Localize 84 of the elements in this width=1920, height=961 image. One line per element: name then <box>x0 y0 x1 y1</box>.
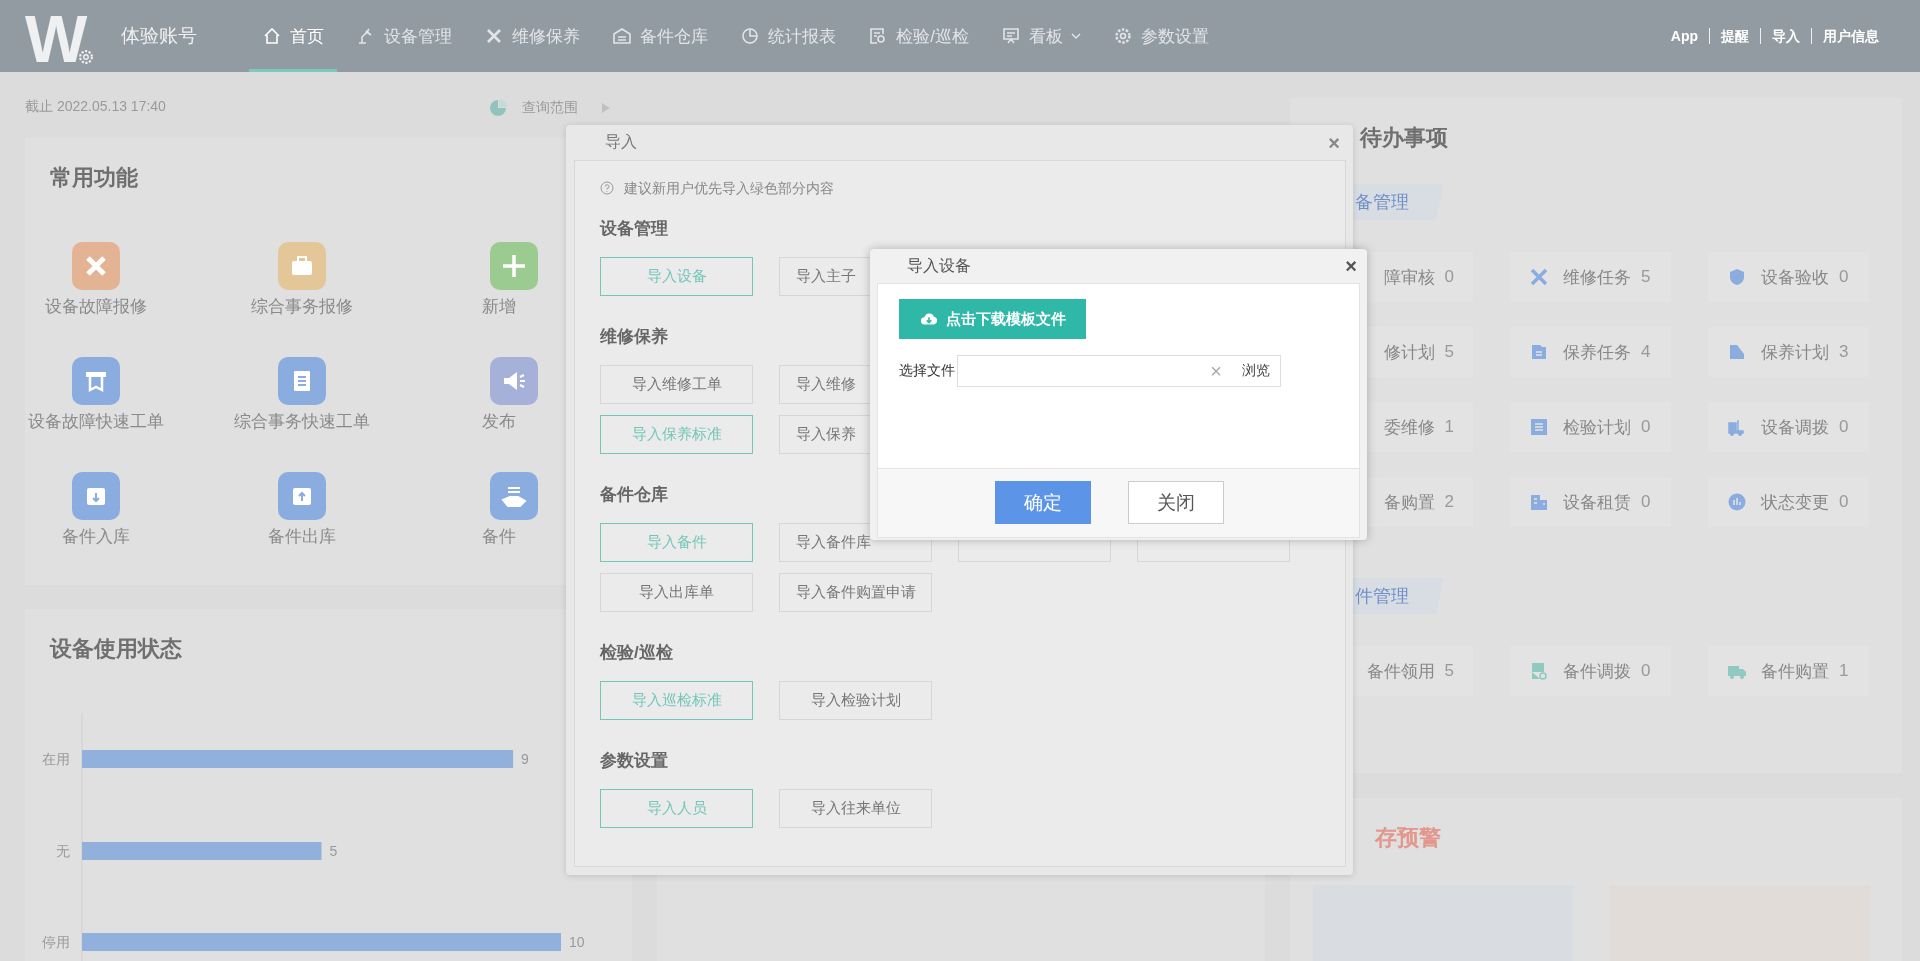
function-label[interactable]: 备件 <box>482 528 516 546</box>
card-title: 设备使用状态 <box>50 636 182 662</box>
import-button[interactable]: 导入检验计划 <box>779 681 932 720</box>
document-icon[interactable] <box>278 357 326 405</box>
section-title: 维修保养 <box>600 327 668 347</box>
section-title: 参数设置 <box>600 751 668 771</box>
pie-chart-icon <box>488 98 508 118</box>
clear-button[interactable]: × <box>1210 361 1222 381</box>
nav-tab[interactable]: 维修保养 <box>471 0 594 72</box>
import-button[interactable]: 导入维修工单 <box>600 365 753 404</box>
help-icon <box>600 181 614 195</box>
dialog-title: 导入 <box>605 132 637 152</box>
hint-text: 建议新用户优先导入绿色部分内容 <box>624 179 834 198</box>
nav-tab[interactable]: 参数设置 <box>1100 0 1223 72</box>
printer-icon[interactable] <box>71 357 120 405</box>
nav-tab[interactable]: 首页 <box>249 0 338 72</box>
card-title: 存预警 <box>1375 825 1441 851</box>
box-icon[interactable] <box>71 472 120 520</box>
close-button[interactable]: × <box>1345 256 1357 276</box>
briefcase-icon[interactable] <box>278 242 326 290</box>
value-label: 10 <box>569 934 585 950</box>
nav-tab[interactable]: 备件仓库 <box>599 0 722 72</box>
value-label: 5 <box>329 843 338 859</box>
nav-tab[interactable]: 统计报表 <box>727 0 850 72</box>
document-icon <box>1529 661 1549 681</box>
section-title: 设备管理 <box>600 219 668 239</box>
function-label[interactable]: 综合事务快速工单 <box>234 413 370 431</box>
megaphone-icon[interactable] <box>490 357 538 405</box>
import-button[interactable]: 导入设备 <box>600 257 753 296</box>
download-button[interactable]: 点击下载模板文件 <box>899 299 1086 339</box>
square-icon <box>1529 417 1549 437</box>
function-label[interactable]: 新增 <box>482 298 516 316</box>
triangle-icon[interactable] <box>602 103 610 113</box>
building-icon <box>1529 492 1549 512</box>
axis-label: 无 <box>56 843 70 859</box>
nav-tab[interactable]: 设备管理 <box>343 0 466 72</box>
section-title: 备件仓库 <box>600 485 668 505</box>
import-button[interactable]: 导入保养标准 <box>600 415 753 454</box>
board-icon <box>1001 26 1022 46</box>
card-title: 常用功能 <box>50 165 138 191</box>
card-title: 待办事项 <box>1360 125 1448 151</box>
settings-icon <box>1113 26 1134 46</box>
function-label[interactable]: 设备故障快速工单 <box>27 413 164 431</box>
header-link[interactable]: 导入 <box>1760 28 1811 44</box>
import-button[interactable]: 导入人员 <box>600 789 753 828</box>
browse-button[interactable]: 浏览 <box>1242 362 1270 380</box>
confirm-button[interactable]: 确定 <box>995 481 1091 524</box>
tools-icon <box>1529 267 1549 287</box>
box-icon[interactable] <box>278 472 326 520</box>
import-button[interactable]: 导入往来单位 <box>779 789 932 828</box>
import-button[interactable]: 导入巡检标准 <box>600 681 753 720</box>
close-dialog-button[interactable]: 关闭 <box>1128 481 1224 524</box>
nav-tab[interactable]: 检验/巡检 <box>855 0 983 72</box>
import-button[interactable]: 导入备件 <box>600 523 753 562</box>
shield-icon <box>1727 267 1747 287</box>
function-label[interactable]: 设备故障报修 <box>44 298 147 316</box>
header-link[interactable]: 提醒 <box>1709 28 1760 44</box>
tools-icon[interactable] <box>71 242 120 290</box>
pie-chart-icon <box>740 26 761 46</box>
import-button[interactable]: 导入出库单 <box>600 573 753 612</box>
function-label[interactable]: 备件出库 <box>268 528 336 546</box>
import-button[interactable]: 导入备件购置申请 <box>779 573 932 612</box>
account-name: 体验账号 <box>121 24 198 48</box>
function-label[interactable]: 发布 <box>482 413 516 431</box>
nav-tab[interactable]: 看板 <box>988 0 1095 72</box>
file-input-field[interactable]: × 浏览 <box>957 355 1281 387</box>
document-icon <box>1529 342 1549 362</box>
function-label[interactable]: 备件入库 <box>61 528 130 546</box>
header-link[interactable]: 用户信息 <box>1811 28 1890 44</box>
axis-label: 在用 <box>42 751 70 767</box>
vehicle-icon <box>1727 417 1747 437</box>
axis-label: 停用 <box>42 934 70 950</box>
logo: W <box>25 6 84 72</box>
document-icon <box>1727 342 1747 362</box>
plus-icon[interactable] <box>490 242 538 290</box>
header-link[interactable]: App <box>1659 28 1709 44</box>
chart-icon <box>1727 492 1747 512</box>
value-label: 9 <box>521 751 529 767</box>
warehouse-icon <box>612 26 633 46</box>
deadline-text: 截止 2022.05.13 17:40 <box>25 98 166 116</box>
section-title: 检验/巡检 <box>600 643 673 663</box>
function-label[interactable]: 综合事务报修 <box>251 298 353 316</box>
query-range-link[interactable]: 查询范围 <box>522 99 578 117</box>
close-button[interactable]: × <box>1328 132 1340 153</box>
